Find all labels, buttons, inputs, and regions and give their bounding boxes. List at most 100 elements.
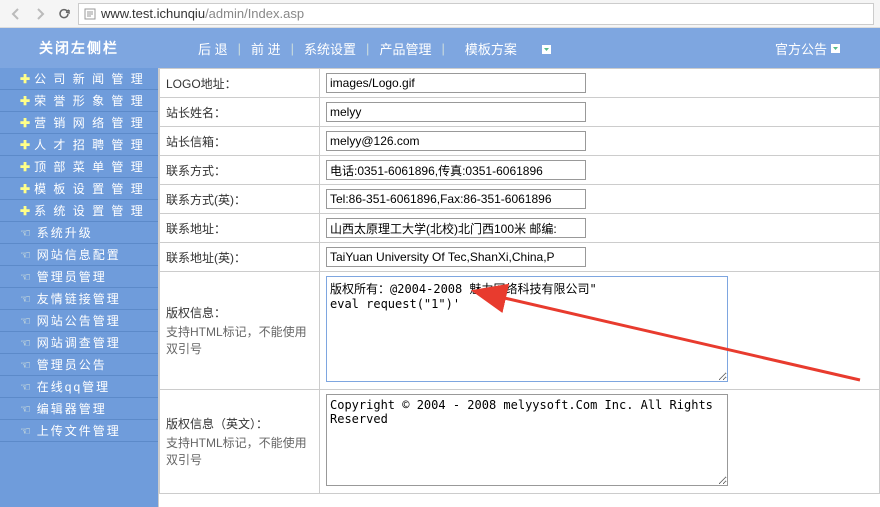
copyright-textarea[interactable] <box>326 276 728 382</box>
form-value-cell <box>320 156 880 185</box>
form-value-cell <box>320 243 880 272</box>
sidebar-item[interactable]: ☜系统升级 <box>0 222 158 244</box>
content-wrapper: LOGO地址：站长姓名：站长信箱：联系方式：联系方式(英)：联系地址：联系地址(… <box>158 68 880 507</box>
text-input[interactable] <box>326 102 586 122</box>
form-value-cell <box>320 214 880 243</box>
hand-icon: ☜ <box>20 380 33 394</box>
form-value-cell <box>320 127 880 156</box>
table-row: 联系地址(英)： <box>160 243 880 272</box>
hand-icon: ☜ <box>20 314 33 328</box>
sidebar-item-label: 系 统 设 置 管 理 <box>34 202 145 219</box>
plus-icon: ✚ <box>20 182 32 196</box>
form-label: 站长姓名： <box>160 98 320 127</box>
sidebar-item[interactable]: ☜ 网站公告管理 <box>0 310 158 332</box>
text-input[interactable] <box>326 160 586 180</box>
form-label: 站长信箱： <box>160 127 320 156</box>
sidebar-item-label: 网站调查管理 <box>37 334 121 351</box>
text-input[interactable] <box>326 189 586 209</box>
sidebar-item[interactable]: ☜ 上传文件管理 <box>0 420 158 442</box>
sidebar-item[interactable]: ☜ 网站信息配置 <box>0 244 158 266</box>
url-host: www.test.ichunqiu <box>101 6 205 21</box>
table-row: 站长信箱： <box>160 127 880 156</box>
header-nav-template-plan[interactable]: 模板方案 <box>445 39 572 58</box>
browser-reload-button[interactable] <box>54 4 74 24</box>
url-path: /admin/Index.asp <box>205 6 304 21</box>
sidebar-item-label: 编辑器管理 <box>37 400 107 417</box>
sidebar-item-label: 管理员公告 <box>37 356 107 373</box>
plus-icon: ✚ <box>20 116 32 130</box>
form-value-cell <box>320 69 880 98</box>
page-icon <box>83 7 97 21</box>
content: LOGO地址：站长姓名：站长信箱：联系方式：联系方式(英)：联系地址：联系地址(… <box>159 68 880 494</box>
hand-icon: ☜ <box>20 358 33 372</box>
form-label: 版权信息：支持HTML标记，不能使用双引号 <box>160 272 320 390</box>
sidebar-item-label: 在线qq管理 <box>37 378 110 395</box>
table-row: LOGO地址： <box>160 69 880 98</box>
sidebar-item[interactable]: ✚荣 誉 形 象 管 理 <box>0 90 158 112</box>
official-notice[interactable]: 官方公告 <box>775 39 840 58</box>
sidebar-item[interactable]: ☜ 在线qq管理 <box>0 376 158 398</box>
hand-icon: ☜ <box>20 336 33 350</box>
sidebar-item[interactable]: ☜ 网站调查管理 <box>0 332 158 354</box>
sidebar-item-label: 网站公告管理 <box>37 312 121 329</box>
hand-icon: ☜ <box>20 248 33 262</box>
form-label: 版权信息（英文）：支持HTML标记，不能使用双引号 <box>160 390 320 494</box>
text-input[interactable] <box>326 247 586 267</box>
sidebar-item[interactable]: ✚人 才 招 聘 管 理 <box>0 134 158 156</box>
sidebar-item[interactable]: ✚模 板 设 置 管 理 <box>0 178 158 200</box>
sidebar-item[interactable]: ☜ 管理员管理 <box>0 266 158 288</box>
table-row: 联系方式(英)： <box>160 185 880 214</box>
form-label: 联系方式(英)： <box>160 185 320 214</box>
form-label: 联系地址： <box>160 214 320 243</box>
hand-icon: ☜ <box>20 402 33 416</box>
hand-icon: ☜ <box>20 424 33 438</box>
app-header: 关闭左侧栏 后 退 | 前 进 | 系统设置 | 产品管理 | 模板方案 官方公… <box>0 28 880 68</box>
browser-back-button[interactable] <box>6 4 26 24</box>
plus-icon: ✚ <box>20 72 32 86</box>
header-nav-back[interactable]: 后 退 <box>188 39 238 58</box>
close-sidebar-button[interactable]: 关闭左侧栏 <box>0 38 158 58</box>
plus-icon: ✚ <box>20 138 32 152</box>
form-value-cell <box>320 98 880 127</box>
text-input[interactable] <box>326 218 586 238</box>
sidebar-item[interactable]: ☜ 编辑器管理 <box>0 398 158 420</box>
form-value-cell <box>320 185 880 214</box>
sidebar-item-label: 顶 部 菜 单 管 理 <box>34 158 145 175</box>
sidebar-item[interactable]: ☜友情链接管理 <box>0 288 158 310</box>
browser-forward-button[interactable] <box>30 4 50 24</box>
sidebar-item-label: 模 板 设 置 管 理 <box>34 180 145 197</box>
sidebar-item-label: 荣 誉 形 象 管 理 <box>34 92 145 109</box>
form-label: 联系地址(英)： <box>160 243 320 272</box>
table-row: 联系地址： <box>160 214 880 243</box>
sidebar-item-label: 系统升级 <box>37 224 93 241</box>
hand-icon: ☜ <box>20 270 33 284</box>
browser-toolbar: www.test.ichunqiu/admin/Index.asp <box>0 0 880 28</box>
chevron-down-icon <box>532 42 561 57</box>
sidebar-item-label: 上传文件管理 <box>37 422 121 439</box>
table-row: 联系方式： <box>160 156 880 185</box>
plus-icon: ✚ <box>20 204 32 218</box>
url-bar[interactable]: www.test.ichunqiu/admin/Index.asp <box>78 3 874 25</box>
chevron-down-icon <box>831 41 840 56</box>
sidebar-item[interactable]: ✚营 销 网 络 管 理 <box>0 112 158 134</box>
sidebar-item-label: 友情链接管理 <box>37 290 121 307</box>
sidebar-item[interactable]: ☜ 管理员公告 <box>0 354 158 376</box>
sidebar-item[interactable]: ✚公 司 新 闻 管 理 <box>0 68 158 90</box>
header-nav-system-settings[interactable]: 系统设置 <box>294 39 366 58</box>
plus-icon: ✚ <box>20 94 32 108</box>
text-input[interactable] <box>326 131 586 151</box>
table-row: 版权信息（英文）：支持HTML标记，不能使用双引号 <box>160 390 880 494</box>
main-area: ✚公 司 新 闻 管 理✚荣 誉 形 象 管 理✚营 销 网 络 管 理✚人 才… <box>0 68 880 507</box>
sidebar-item-label: 管理员管理 <box>37 268 107 285</box>
sidebar-item-label: 网站信息配置 <box>37 246 121 263</box>
header-nav-forward[interactable]: 前 进 <box>241 39 291 58</box>
form-value-cell <box>320 272 880 390</box>
sidebar-item-label: 人 才 招 聘 管 理 <box>34 136 145 153</box>
sidebar-item-label: 公 司 新 闻 管 理 <box>34 70 145 87</box>
sidebar-item-label: 营 销 网 络 管 理 <box>34 114 145 131</box>
text-input[interactable] <box>326 73 586 93</box>
header-nav-product-mgmt[interactable]: 产品管理 <box>369 39 441 58</box>
copyright-en-textarea[interactable] <box>326 394 728 486</box>
sidebar-item[interactable]: ✚系 统 设 置 管 理 <box>0 200 158 222</box>
sidebar-item[interactable]: ✚顶 部 菜 单 管 理 <box>0 156 158 178</box>
